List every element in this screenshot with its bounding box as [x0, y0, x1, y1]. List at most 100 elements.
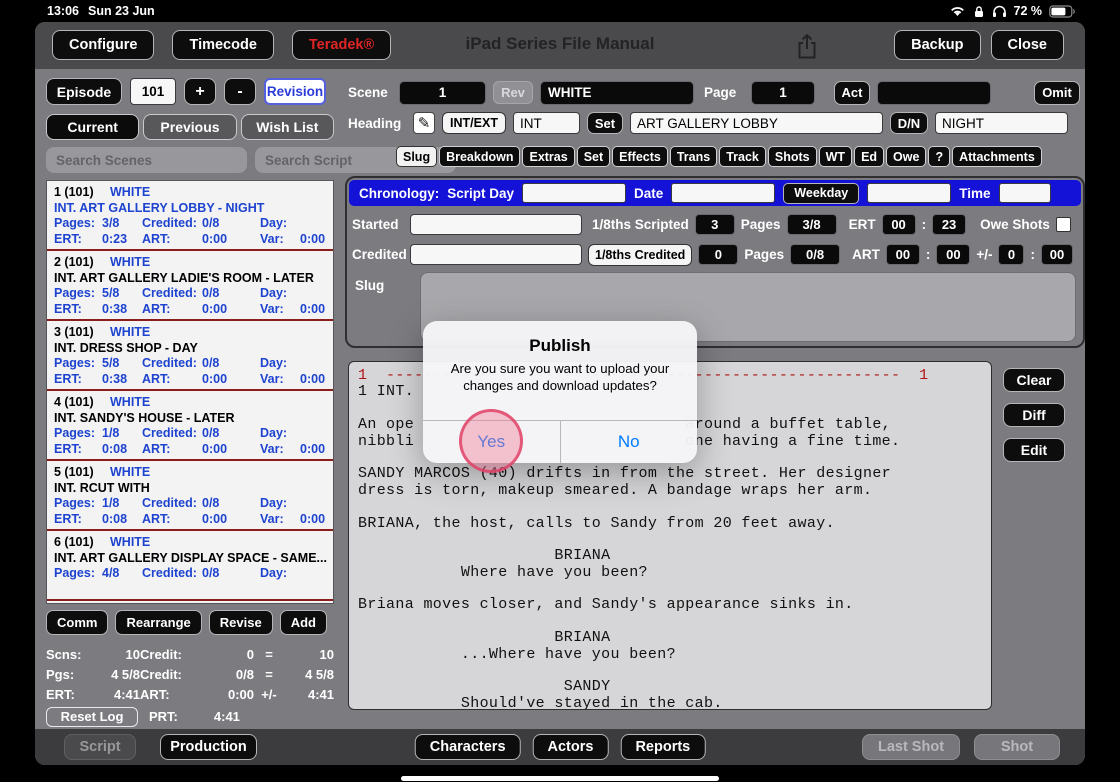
time-field[interactable]	[998, 183, 1051, 203]
art-minutes[interactable]: 00	[936, 244, 971, 265]
scene-heading: INT. DRESS SHOP - DAY	[54, 340, 198, 355]
scene-action-comm-button[interactable]: Comm	[46, 610, 109, 635]
bottom-toolbar: Script Production Characters Actors Repo…	[35, 729, 1085, 765]
credited-pages-label: Pages	[744, 247, 785, 262]
scene-heading: INT. ART GALLERY LADIE'S ROOM - LATER	[54, 270, 314, 285]
script-button[interactable]: Script	[64, 734, 136, 760]
ert-hours[interactable]: 00	[881, 214, 916, 235]
search-scenes-input[interactable]	[46, 147, 247, 173]
episode-number-field[interactable]	[130, 78, 176, 105]
scene-list-item[interactable]: 1 (101) WHITE INT. ART GALLERY LOBBY - NIG…	[47, 181, 333, 251]
page-number-field[interactable]	[751, 80, 815, 105]
detail-tab-breakdown[interactable]: Breakdown	[439, 146, 521, 167]
detail-tab-owe[interactable]: Owe	[886, 146, 927, 167]
scene-number: 2 (101)	[54, 255, 94, 269]
dialog-no-button[interactable]: No	[559, 421, 698, 463]
act-field[interactable]	[877, 80, 991, 105]
detail-tab-trans[interactable]: Trans	[669, 146, 718, 167]
eighths-credited-button[interactable]: 1/8ths Credited	[588, 243, 693, 266]
scene-heading: INT. ART GALLERY DISPLAY SPACE - SAME...	[54, 550, 327, 565]
scene-number-field[interactable]	[399, 80, 486, 105]
detail-tab-extras[interactable]: Extras	[522, 146, 575, 167]
close-button[interactable]: Close	[990, 30, 1064, 60]
rev-button[interactable]: Rev	[493, 81, 533, 104]
prt-value: 4:41	[213, 709, 240, 724]
day-night-field[interactable]	[935, 112, 1068, 134]
episode-minus-button[interactable]: -	[224, 78, 256, 105]
clock: 13:06	[47, 4, 79, 18]
scene-action-revise-button[interactable]: Revise	[208, 610, 273, 635]
script-line	[358, 532, 991, 548]
last-shot-button[interactable]: Last Shot	[862, 734, 960, 760]
revision-button[interactable]: Revision	[264, 78, 326, 105]
detail-tab-set[interactable]: Set	[576, 146, 611, 167]
shot-button[interactable]: Shot	[974, 734, 1060, 760]
detail-tab-effects[interactable]: Effects	[612, 146, 668, 167]
started-pages-value[interactable]: 3/8	[786, 214, 837, 235]
detail-tab-help[interactable]: ?	[928, 146, 951, 167]
int-ext-button[interactable]: INT/EXT	[442, 112, 506, 134]
actors-button[interactable]: Actors	[532, 734, 609, 760]
script-line: BRIANA, the host, calls to Sandy from 20…	[358, 514, 835, 532]
panel-edit-button[interactable]: Edit	[1003, 438, 1065, 462]
panel-clear-button[interactable]: Clear	[1003, 368, 1065, 392]
omit-button[interactable]: Omit	[1034, 80, 1080, 105]
day-night-button[interactable]: D/N	[890, 112, 928, 134]
sidebar-tab-current[interactable]: Current	[46, 114, 140, 140]
ert-minutes[interactable]: 23	[932, 214, 967, 235]
characters-button[interactable]: Characters	[414, 734, 521, 760]
side-buttons: Clear Diff Edit	[1003, 368, 1065, 462]
dialog-yes-button[interactable]: Yes	[423, 421, 560, 463]
scene-color-label: WHITE	[110, 255, 151, 269]
prt-label: PRT:	[149, 709, 178, 724]
eighths-scripted-label: 1/8ths Scripted	[592, 217, 689, 232]
plus-minus-hours[interactable]: 0	[998, 244, 1025, 265]
date-field[interactable]	[671, 183, 776, 203]
detail-tab-wt[interactable]: WT	[818, 146, 853, 167]
weekday-field[interactable]	[867, 183, 952, 203]
started-field[interactable]	[410, 214, 582, 235]
detail-tab-attachments[interactable]: Attachments	[952, 146, 1042, 167]
scene-action-rearrange-button[interactable]: Rearrange	[115, 610, 202, 635]
scene-list[interactable]: 1 (101) WHITE INT. ART GALLERY LOBBY - NIG…	[46, 180, 334, 604]
eighths-credited-value[interactable]: 0	[698, 244, 739, 265]
credited-pages-value[interactable]: 0/8	[790, 244, 841, 265]
eighths-scripted-value[interactable]: 3	[694, 214, 735, 235]
plus-minus-colon: :	[1030, 247, 1035, 262]
credited-field[interactable]	[410, 244, 582, 265]
scene-color-field[interactable]	[540, 80, 694, 105]
plus-minus-minutes[interactable]: 00	[1040, 244, 1073, 265]
scene-list-item[interactable]: 6 (101) WHITE INT. ART GALLERY DISPLAY SPA…	[47, 531, 333, 601]
owe-shots-checkbox[interactable]	[1055, 217, 1071, 232]
int-ext-field[interactable]	[513, 112, 580, 134]
chronology-label: Chronology:	[359, 185, 440, 201]
detail-tab-ed[interactable]: Ed	[854, 146, 885, 167]
reset-log-button[interactable]: Reset Log	[46, 706, 138, 727]
act-button[interactable]: Act	[834, 80, 870, 105]
episode-plus-button[interactable]: +	[184, 78, 216, 105]
art-hours[interactable]: 00	[885, 244, 920, 265]
production-button[interactable]: Production	[160, 734, 257, 760]
scene-list-item[interactable]: 2 (101) WHITE INT. ART GALLERY LADIE'S ROO…	[47, 251, 333, 321]
backup-button[interactable]: Backup	[894, 30, 981, 60]
set-field[interactable]	[630, 112, 883, 134]
panel-diff-button[interactable]: Diff	[1003, 403, 1065, 427]
weekday-button[interactable]: Weekday	[783, 182, 860, 204]
share-icon[interactable]	[793, 31, 821, 61]
scene-action-add-button[interactable]: Add	[279, 610, 327, 635]
detail-tab-slug[interactable]: Slug	[396, 146, 438, 167]
scene-list-item[interactable]: 5 (101) WHITE INT. RCUT WITH Pages: 1/8 Credi…	[47, 461, 333, 531]
detail-tab-track[interactable]: Track	[719, 146, 766, 167]
detail-tab-shots[interactable]: Shots	[767, 146, 817, 167]
set-button[interactable]: Set	[587, 112, 623, 134]
sidebar-tab-wish-list[interactable]: Wish List	[240, 114, 334, 140]
sidebar-tab-previous[interactable]: Previous	[143, 114, 237, 140]
episode-button[interactable]: Episode	[46, 78, 122, 105]
scene-list-item[interactable]: 3 (101) WHITE INT. DRESS SHOP - DAY Pages: 5…	[47, 321, 333, 391]
heading-edit-icon[interactable]: ✎	[413, 112, 435, 134]
script-line	[358, 581, 991, 597]
scene-list-item[interactable]: 4 (101) WHITE INT. SANDY'S HOUSE - LATER Pa…	[47, 391, 333, 461]
script-day-field[interactable]	[522, 183, 627, 203]
home-indicator[interactable]	[401, 776, 719, 781]
reports-button[interactable]: Reports	[620, 734, 706, 760]
